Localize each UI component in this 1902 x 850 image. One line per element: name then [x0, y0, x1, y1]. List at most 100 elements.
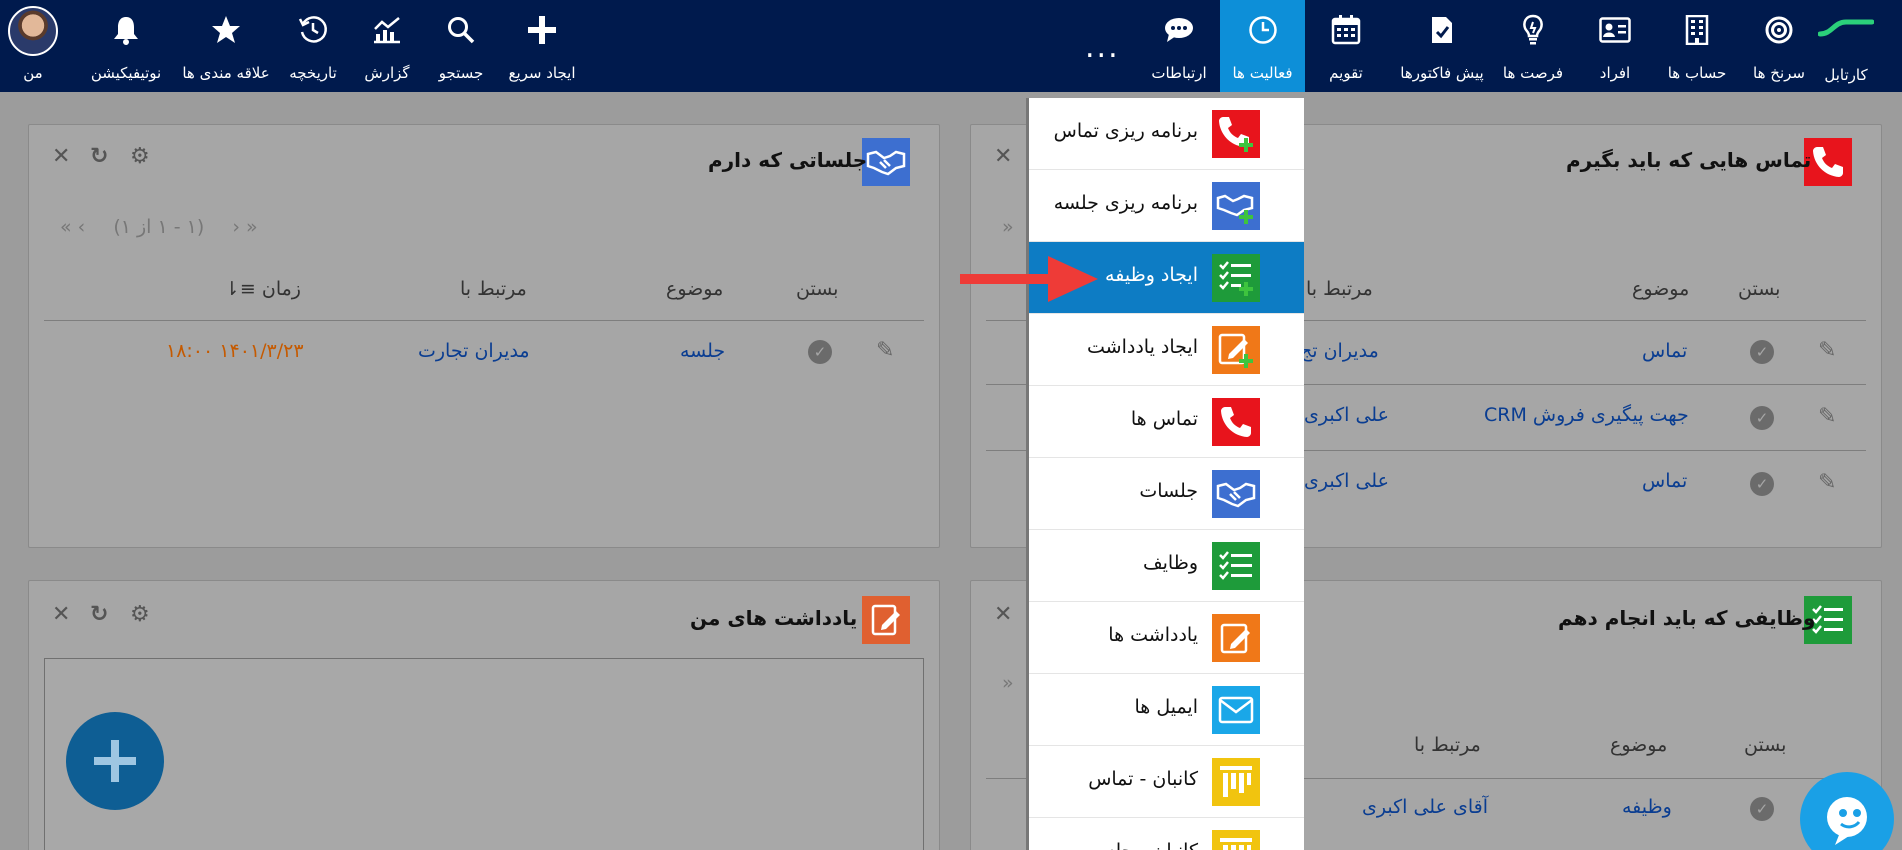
- call-subject[interactable]: تماس: [1642, 340, 1687, 362]
- nav-history[interactable]: تاریخچه: [276, 0, 350, 92]
- target-icon: [1764, 12, 1794, 48]
- nav-search[interactable]: جستجو: [424, 0, 498, 92]
- nav-accounts[interactable]: حساب ها: [1656, 0, 1738, 92]
- nav-communications[interactable]: ارتباطات: [1138, 0, 1220, 92]
- nav-invoices[interactable]: پیش فاکتورها: [1392, 0, 1492, 92]
- nav-quick-create[interactable]: ایجاد سریع: [498, 0, 586, 92]
- menu-item-calls[interactable]: تماس ها: [1029, 386, 1304, 458]
- menu-item-schedule-meeting[interactable]: برنامه ریزی جلسه: [1029, 170, 1304, 242]
- complete-check-icon[interactable]: ✓: [1750, 797, 1774, 821]
- id-card-icon: [1599, 12, 1631, 48]
- kanban-icon: [1212, 830, 1260, 850]
- edit-pencil-icon[interactable]: ✎: [876, 338, 894, 363]
- invoice-check-icon: [1430, 12, 1454, 48]
- calls-header-subject: موضوع: [1632, 278, 1690, 300]
- meeting-subject[interactable]: جلسه: [680, 340, 725, 362]
- menu-item-label: ایجاد یادداشت: [1087, 336, 1198, 358]
- meeting-related[interactable]: مدیران تجارت: [418, 340, 530, 362]
- menu-item-tasks[interactable]: وظایف: [1029, 530, 1304, 602]
- menu-item-notes[interactable]: یادداشت ها: [1029, 602, 1304, 674]
- meetings-header-time[interactable]: ⇂≡ زمان: [224, 278, 301, 300]
- note-edit-icon: [1212, 614, 1260, 662]
- top-navbar: کارتابل سرنخ ها حساب ها افراد فرصت ها پی…: [0, 0, 1902, 92]
- menu-item-kanban-call[interactable]: کانبان - تماس: [1029, 746, 1304, 818]
- first-page-icon[interactable]: «: [1002, 216, 1014, 238]
- nav-notifications[interactable]: نوتیفیکیشن: [76, 0, 176, 92]
- menu-item-label: برنامه ریزی جلسه: [1053, 192, 1198, 214]
- star-icon: [211, 12, 241, 48]
- close-icon[interactable]: ✕: [994, 602, 1012, 627]
- settings-gear-icon[interactable]: ⚙: [130, 144, 150, 169]
- nav-opportunities[interactable]: فرصت ها: [1492, 0, 1574, 92]
- complete-check-icon[interactable]: ✓: [1750, 472, 1774, 496]
- building-icon: [1685, 12, 1709, 48]
- nav-me[interactable]: من: [0, 0, 66, 92]
- close-icon[interactable]: ✕: [52, 602, 70, 627]
- refresh-icon[interactable]: ↻: [90, 602, 108, 627]
- task-subject[interactable]: وظیفه: [1622, 796, 1672, 818]
- last-page-icon[interactable]: »: [60, 216, 72, 238]
- nav-report-label: گزارش: [364, 64, 410, 82]
- first-page-icon[interactable]: «: [246, 216, 258, 238]
- avatar: [8, 6, 58, 56]
- nav-activities[interactable]: فعالیت ها: [1220, 0, 1305, 92]
- checklist-plus-icon: [1212, 254, 1260, 302]
- envelope-icon: [1212, 686, 1260, 734]
- edit-pencil-icon[interactable]: ✎: [1818, 470, 1836, 495]
- menu-item-emails[interactable]: ایمیل ها: [1029, 674, 1304, 746]
- refresh-icon[interactable]: ↻: [90, 144, 108, 169]
- calls-panel-title: تماس هایی که باید بگیرم: [1566, 148, 1812, 172]
- menu-item-meetings[interactable]: جلسات: [1029, 458, 1304, 530]
- call-related[interactable]: مدیران تج: [1300, 340, 1379, 362]
- edit-pencil-icon[interactable]: ✎: [1818, 338, 1836, 363]
- lightbulb-icon: [1521, 12, 1545, 48]
- nav-quick-create-label: ایجاد سریع: [508, 64, 576, 82]
- checklist-icon: [1212, 542, 1260, 590]
- call-subject[interactable]: تماس: [1642, 470, 1687, 492]
- meetings-panel-icon: [862, 138, 910, 186]
- close-icon[interactable]: ✕: [994, 144, 1012, 169]
- activities-dropdown-menu: برنامه ریزی تماس برنامه ریزی جلسه ایجاد …: [1026, 98, 1304, 850]
- search-icon: [447, 12, 475, 48]
- call-related[interactable]: علی اکبری: [1304, 404, 1389, 426]
- calls-header-close: بستن: [1738, 278, 1781, 300]
- complete-check-icon[interactable]: ✓: [1750, 340, 1774, 364]
- tasks-pager: «: [1002, 672, 1014, 694]
- plus-icon: [94, 740, 136, 782]
- first-page-icon[interactable]: «: [1002, 672, 1014, 694]
- task-related[interactable]: آقای علی اکبری: [1362, 796, 1488, 818]
- tasks-panel-title: وظایفی که باید انجام دهم: [1558, 606, 1816, 630]
- nav-invoices-label: پیش فاکتورها: [1400, 64, 1484, 82]
- menu-item-label: تماس ها: [1130, 408, 1198, 430]
- settings-gear-icon[interactable]: ⚙: [130, 602, 150, 627]
- call-related[interactable]: علی اکبری: [1304, 470, 1389, 492]
- next-page-icon[interactable]: ›: [78, 216, 86, 238]
- complete-check-icon[interactable]: ✓: [1750, 406, 1774, 430]
- handshake-plus-icon: [1212, 182, 1260, 230]
- menu-item-label: وظایف: [1142, 552, 1198, 574]
- add-note-button[interactable]: [66, 712, 164, 810]
- prev-page-icon[interactable]: ‹: [232, 216, 240, 238]
- nav-favorites[interactable]: علاقه مندی ها: [176, 0, 276, 92]
- tasks-header-related: مرتبط با: [1414, 734, 1481, 756]
- call-subject[interactable]: جهت پیگیری فروش CRM: [1484, 404, 1689, 426]
- handshake-icon: [1212, 470, 1260, 518]
- nav-report[interactable]: گزارش: [350, 0, 424, 92]
- complete-check-icon[interactable]: ✓: [808, 340, 832, 364]
- menu-item-schedule-call[interactable]: برنامه ریزی تماس: [1029, 98, 1304, 170]
- clock-icon: [1248, 12, 1278, 48]
- nav-cartable-label: کارتابل: [1824, 66, 1868, 84]
- more-menu-button[interactable]: ...: [1085, 30, 1120, 65]
- brand-logo-icon: [1817, 18, 1875, 48]
- menu-item-label: کانبان - تماس: [1088, 768, 1198, 790]
- nav-persons[interactable]: افراد: [1574, 0, 1656, 92]
- sort-icon: ⇂≡: [224, 278, 256, 300]
- nav-funnels[interactable]: سرنخ ها: [1738, 0, 1820, 92]
- user-avatar-image: [8, 6, 58, 56]
- nav-calendar[interactable]: تقویم: [1305, 0, 1387, 92]
- menu-item-kanban-meeting[interactable]: کانبان - جلسه: [1029, 818, 1304, 850]
- close-icon[interactable]: ✕: [52, 144, 70, 169]
- menu-item-create-note[interactable]: ایجاد یادداشت: [1029, 314, 1304, 386]
- notes-area: [44, 658, 924, 850]
- edit-pencil-icon[interactable]: ✎: [1818, 404, 1836, 429]
